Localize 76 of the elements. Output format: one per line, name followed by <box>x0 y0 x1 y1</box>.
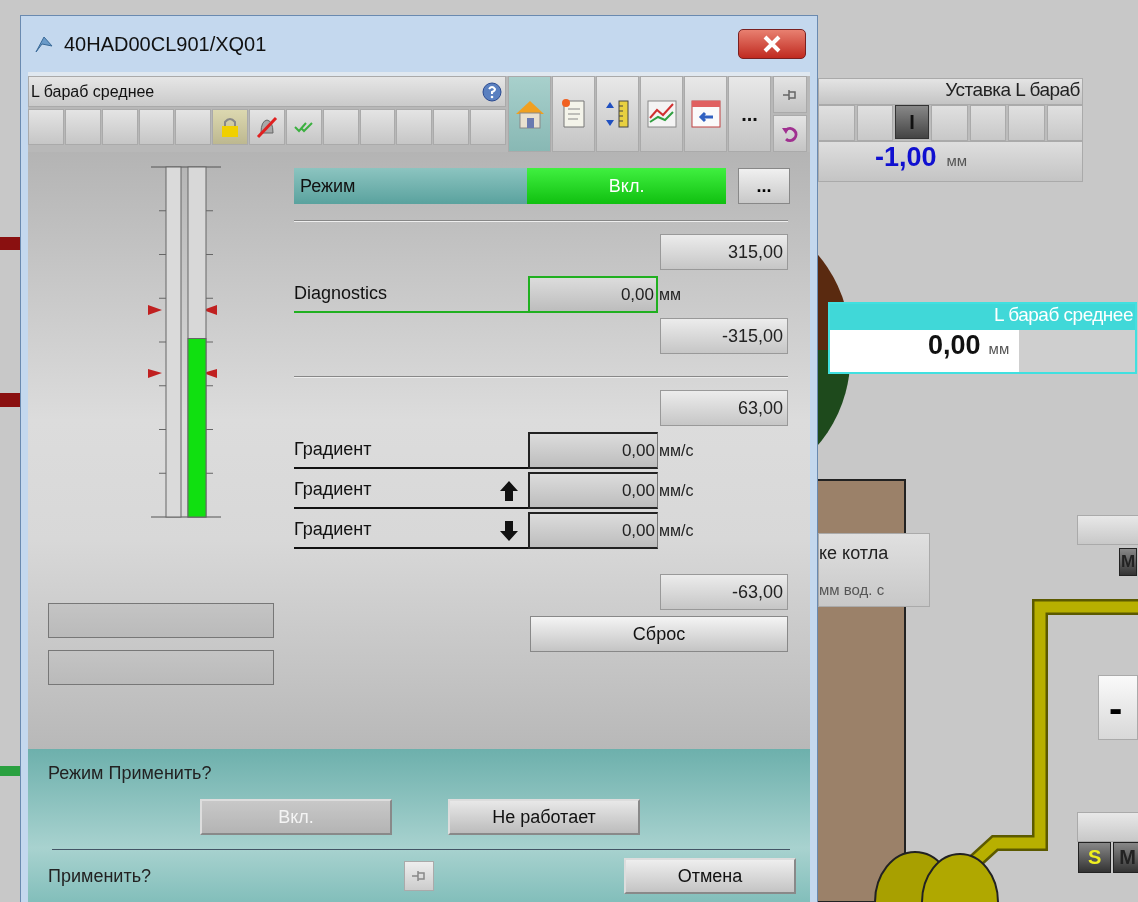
status-button[interactable] <box>396 109 433 145</box>
low-limit-value: -315,00 <box>660 318 788 354</box>
status-button[interactable] <box>138 109 175 145</box>
setpoint-title: Уставка L бараб <box>945 79 1080 100</box>
app-icon <box>34 34 54 54</box>
mode-state: Вкл. <box>527 168 727 204</box>
status-button[interactable] <box>433 109 470 145</box>
trend-chart-icon <box>644 98 679 130</box>
more-button[interactable]: ... <box>728 76 771 152</box>
value-display: - <box>1098 675 1138 740</box>
double-check-icon <box>293 120 314 134</box>
status-button[interactable] <box>175 109 212 145</box>
confirm-prompt: Применить? <box>48 865 153 887</box>
level-title: L бараб среднее <box>994 304 1133 325</box>
unit-label: мм <box>988 340 1010 357</box>
arrow-down-icon <box>499 520 519 542</box>
gradient-field: 0,00 <box>528 432 658 469</box>
faceplate-view-button[interactable] <box>684 76 727 152</box>
mode-label: Режим <box>294 168 528 204</box>
off-button[interactable]: Не работает <box>448 799 640 835</box>
apply-prompt: Режим Применить? <box>48 763 213 784</box>
pin-icon <box>410 868 428 884</box>
undo-icon <box>781 124 799 143</box>
close-icon <box>761 35 783 53</box>
mode-badge: S <box>1078 842 1112 873</box>
setpoint-button[interactable] <box>1046 105 1083 141</box>
gradient-field: 0,00 <box>528 472 658 509</box>
pin-button[interactable] <box>404 861 434 891</box>
status-button[interactable] <box>28 109 64 145</box>
setpoint-button[interactable] <box>1008 105 1045 141</box>
cancel-button[interactable]: Отмена <box>624 858 796 894</box>
pin-button[interactable] <box>773 76 807 113</box>
home-view-button[interactable] <box>508 76 551 152</box>
trend-view-button[interactable] <box>640 76 683 152</box>
status-button[interactable] <box>359 109 396 145</box>
level-value: 0,00 <box>928 330 981 361</box>
status-button[interactable] <box>64 109 101 145</box>
status-button[interactable] <box>322 109 359 145</box>
mode-badge: M <box>1119 548 1138 576</box>
lock-button[interactable] <box>212 109 249 145</box>
unit-label: мм/с <box>658 481 694 501</box>
unit-label: мм <box>946 152 968 169</box>
pressure-title: ке котла <box>819 542 890 564</box>
arrow-up-icon <box>499 480 519 502</box>
bell-crossed-icon <box>255 115 279 139</box>
status-bar <box>1077 812 1138 842</box>
unit-label: мм/с <box>658 441 694 461</box>
low-limit-value: -63,00 <box>660 574 788 610</box>
tag-name: L бараб среднее <box>31 82 155 101</box>
diagnostics-field: 0,00 <box>528 276 658 313</box>
reset-button[interactable]: Сброс <box>530 616 788 652</box>
setpoint-value: -1,00 <box>875 142 937 173</box>
high-limit-value: 315,00 <box>660 234 788 270</box>
window-title: 40HAD00CL901/XQ01 <box>64 32 268 56</box>
ruler-view-button[interactable] <box>596 76 639 152</box>
undo-button[interactable] <box>773 115 807 152</box>
alarm-off-button[interactable] <box>249 109 285 145</box>
status-bar <box>1077 515 1138 545</box>
high-limit-value: 63,00 <box>660 390 788 426</box>
close-button[interactable] <box>738 29 806 59</box>
unit-label: мм вод. с <box>819 580 886 598</box>
setpoint-button[interactable] <box>818 105 855 141</box>
status-button[interactable] <box>470 109 506 145</box>
acknowledge-button[interactable] <box>285 109 322 145</box>
unit-label: мм <box>658 285 681 305</box>
mode-menu-button[interactable]: ... <box>738 168 790 204</box>
help-icon[interactable] <box>481 80 503 103</box>
status-button[interactable] <box>101 109 138 145</box>
setpoint-button[interactable] <box>856 105 893 141</box>
report-view-button[interactable] <box>552 76 595 152</box>
padlock-icon <box>221 117 240 137</box>
unit-label: мм/с <box>658 521 694 541</box>
mode-badge: M <box>1113 842 1138 873</box>
setpoint-button[interactable] <box>931 105 968 141</box>
setpoint-button[interactable] <box>969 105 1006 141</box>
gradient-field: 0,00 <box>528 512 658 549</box>
